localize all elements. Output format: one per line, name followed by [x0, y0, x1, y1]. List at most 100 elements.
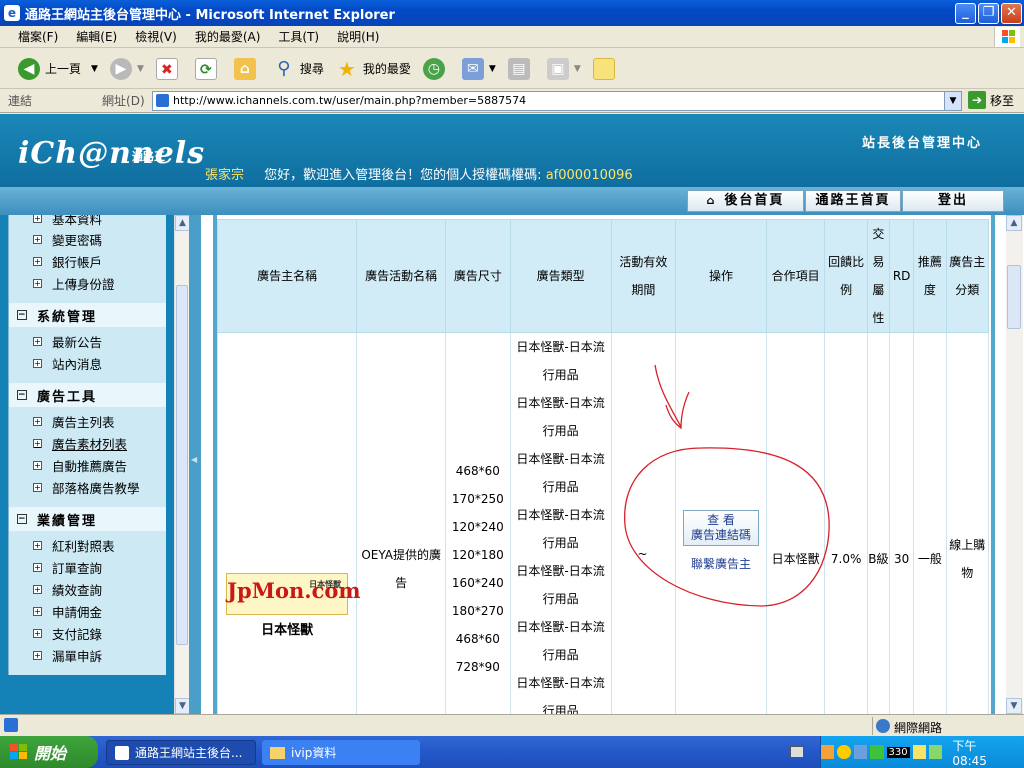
url-input[interactable]: http://www.ichannels.com.tw/user/main.ph… [152, 91, 962, 111]
col-advertiser: 廣告主名稱 [216, 219, 358, 333]
sidebar-item-advertiser-list[interactable]: + 廣告主列表 [33, 412, 115, 431]
folder-icon [270, 746, 285, 759]
url-dropdown-icon[interactable]: ▼ [944, 92, 961, 110]
sidebar-item-news[interactable]: + 最新公告 [33, 332, 102, 351]
welcome-message: 張家宗 您好，歡迎進入管理後台！您的個人授權碼權碼: af000010096 [205, 164, 633, 183]
edit-button[interactable]: ▣ ▼ [546, 57, 581, 80]
print-button[interactable]: ▤ [507, 57, 535, 80]
ie-icon: e [4, 5, 20, 21]
sidebar-item-payment-records[interactable]: + 支付記錄 [33, 624, 102, 643]
favorites-button[interactable]: ★ 我的最愛 [336, 58, 411, 80]
sidebar-item-ad-materials[interactable]: + 廣告素材列表 [33, 434, 127, 453]
rd-cell: 30 [889, 332, 915, 714]
links-label[interactable]: 連結 [8, 92, 32, 109]
tray-network-icon[interactable] [853, 745, 868, 759]
sidebar-item-upload-id[interactable]: + 上傳身份證 [33, 274, 115, 293]
maximize-button[interactable]: ❐ [978, 3, 999, 24]
sidebar-item-order-query[interactable]: + 訂單查詢 [33, 558, 102, 577]
site-title: 站長後台管理中心 [862, 136, 983, 151]
advertiser-cell: JpMon.com 日本怪獸 日本怪獸 [216, 332, 361, 714]
tray-user-icon[interactable] [870, 745, 884, 759]
menu-view[interactable]: 檢視(V) [135, 28, 177, 45]
nav-logout[interactable]: 登出 [902, 190, 1004, 212]
main-scroll-up-icon[interactable]: ▲ [1006, 215, 1022, 231]
col-ratio: 回饋比例 [824, 219, 868, 333]
sidebar-item-blog-tutorial[interactable]: + 部落格廣告教學 [33, 478, 140, 497]
address-bar: 連結 網址(D) http://www.ichannels.com.tw/use… [0, 89, 1024, 113]
sidebar-item-auto-recommend[interactable]: + 自動推薦廣告 [33, 456, 127, 475]
home-icon: ⌂ [706, 194, 717, 207]
frame-splitter[interactable]: ◀ [189, 215, 201, 714]
keyboard-icon[interactable] [790, 746, 804, 758]
scroll-up-icon[interactable]: ▲ [175, 215, 190, 231]
refresh-button[interactable]: ⟳ [194, 57, 222, 80]
task-folder-window[interactable]: ivip資料 [262, 740, 420, 765]
search-button[interactable]: ⚲ 搜尋 [273, 58, 324, 80]
tray-counter[interactable]: 330 [886, 746, 910, 758]
sidebar-group-system[interactable]: − 系統管理 [9, 303, 166, 327]
scroll-down-icon[interactable]: ▼ [175, 698, 190, 714]
sidebar-item-apply-commission[interactable]: + 申請佣金 [33, 602, 102, 621]
tray-smiley-icon[interactable] [837, 745, 851, 759]
forward-arrow-icon: ▶ [109, 57, 132, 80]
user-name: 張家宗 [205, 168, 245, 183]
sidebar-item-performance-query[interactable]: + 績效查詢 [33, 580, 102, 599]
clock[interactable]: 下午 08:45 [952, 737, 1012, 768]
col-size: 廣告尺寸 [445, 219, 511, 333]
menu-file[interactable]: 檔案(F) [18, 28, 58, 45]
sidebar-item-bonus-table[interactable]: + 紅利對照表 [33, 536, 115, 555]
close-button[interactable]: ✕ [1001, 3, 1022, 24]
go-button[interactable]: ➔ 移至 [968, 91, 1014, 109]
mail-button[interactable]: ✉ ▼ [461, 57, 496, 80]
minimize-button[interactable]: _ [955, 3, 976, 24]
stop-icon: ✖ [155, 57, 178, 80]
nav-site-home[interactable]: 通路王首頁 [805, 190, 901, 212]
sidebar-item-bank-account[interactable]: + 銀行帳戶 [33, 252, 102, 271]
col-trade: 交易屬性 [866, 219, 891, 333]
sidebar-scrollbar[interactable]: ▲ ▼ [174, 215, 190, 714]
sidebar-item-change-password[interactable]: + 變更密碼 [33, 230, 102, 249]
scroll-thumb[interactable] [176, 285, 188, 645]
main-scrollbar[interactable]: ▲ ▼ [1006, 215, 1023, 714]
collapse-arrow-icon[interactable]: ◀ [191, 455, 197, 464]
tray-volume-icon[interactable] [928, 745, 943, 759]
home-button[interactable]: ⌂ [233, 57, 261, 80]
jpmon-logo[interactable]: JpMon.com 日本怪獸 [226, 573, 361, 615]
menu-help[interactable]: 說明(H) [337, 28, 379, 45]
web-page: iCh@nnels 通路王 站長後台管理中心 張家宗 您好，歡迎進入管理後台！您… [0, 114, 1024, 714]
back-button[interactable]: ◀ 上一頁 ▼ [18, 57, 98, 80]
nav-admin-home[interactable]: ⌂ 後台首頁 [687, 190, 804, 212]
sidebar-group-performance[interactable]: − 業績管理 [9, 507, 166, 531]
stop-button[interactable]: ✖ [155, 57, 183, 80]
go-arrow-icon: ➔ [968, 91, 986, 109]
search-icon: ⚲ [277, 57, 291, 79]
table-row: JpMon.com 日本怪獸 日本怪獸 OEYA提供的廣告 468*60 170*… [216, 332, 990, 714]
forward-button[interactable]: ▶ ▼ [109, 57, 144, 80]
menu-tools[interactable]: 工具(T) [278, 28, 319, 45]
history-button[interactable]: ◷ [422, 57, 450, 80]
start-button[interactable]: 開始 [0, 736, 98, 768]
site-logo[interactable]: iCh@nnels [18, 136, 205, 171]
main-scroll-thumb[interactable] [1007, 265, 1021, 329]
table-header-row: 廣告主名稱 廣告活動名稱 廣告尺寸 廣告類型 活動有效期間 操作 合作項目 回饋… [216, 219, 990, 333]
sidebar-menu: + 基本資料 + 變更密碼 + 銀行帳戶 + 上傳身份證 − 系統管理 + 最新公告 + 站內… [8, 215, 166, 675]
task-ie-window[interactable]: 通路王網站主後台... [106, 740, 256, 765]
window-title: 通路王網站主後台管理中心 - Microsoft Internet Explor… [25, 7, 395, 23]
back-arrow-icon: ◀ [18, 57, 40, 80]
category-cell: 線上購物 [945, 332, 990, 714]
tray-mail-icon[interactable] [821, 745, 835, 759]
notes-button[interactable] [592, 57, 620, 80]
menu-favorites[interactable]: 我的最愛(A) [195, 28, 261, 45]
advertiser-name[interactable]: 日本怪獸 [218, 617, 356, 645]
sidebar-item-missing-order[interactable]: + 漏單申訴 [33, 646, 102, 665]
menu-edit[interactable]: 編輯(E) [76, 28, 117, 45]
status-bar: 網際網路 [0, 714, 1024, 736]
ad-table: 廣告主名稱 廣告活動名稱 廣告尺寸 廣告類型 活動有效期間 操作 合作項目 回饋… [216, 219, 990, 714]
main-scroll-down-icon[interactable]: ▼ [1006, 698, 1022, 714]
sidebar-item-messages[interactable]: + 站內消息 [33, 354, 102, 373]
site-logo-subtitle: 通路王 [132, 150, 165, 163]
sidebar-item-basic-info[interactable]: + 基本資料 [33, 215, 102, 228]
address-label: 網址(D) [102, 94, 145, 108]
sidebar-group-ad-tools[interactable]: − 廣告工具 [9, 383, 166, 407]
tray-note-icon[interactable] [912, 745, 926, 759]
